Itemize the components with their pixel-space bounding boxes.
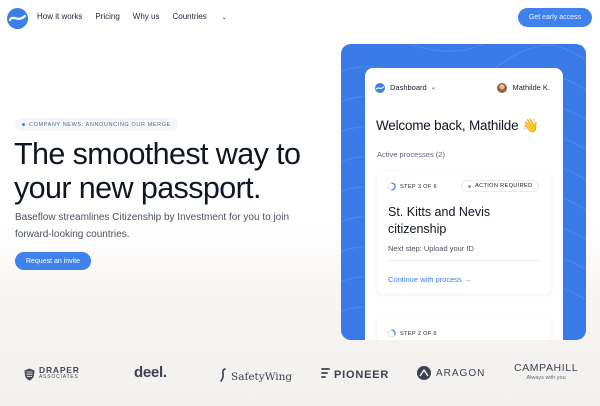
avatar (497, 82, 508, 93)
chevron-down-icon: ⌄ (430, 85, 436, 91)
process-title: St. Kitts and Nevis citizenship (388, 205, 491, 236)
request-invite-button[interactable]: Request an invite (15, 252, 91, 270)
step-indicator: STEP 3 OF 6 (387, 182, 437, 191)
company-news-badge[interactable]: COMPANY NEWS: ANNOUNCING OUR MERGE (15, 118, 178, 131)
pioneer-mark-icon (321, 368, 330, 382)
nav-link-why-us[interactable]: Why us (133, 12, 160, 21)
dashboard-menu[interactable]: Dashboard ⌄ (375, 80, 436, 95)
step-indicator: STEP 2 OF 6 (387, 329, 437, 338)
aragon-mark-icon (417, 366, 431, 380)
draper-logo-line-2: ASSOCIATES (39, 374, 79, 380)
dashboard-menu-label: Dashboard (390, 83, 427, 92)
welcome-heading: Welcome back, Mathilde 👋 (376, 118, 539, 133)
draper-associates-logo: DRAPER ASSOCIATES (24, 365, 80, 381)
aragon-logo-text: ARAGON (436, 367, 486, 379)
campahill-logo-text: CAMPAHILL (514, 362, 579, 374)
partner-logos: DRAPER ASSOCIATES deel. SafetyWing PIONE… (0, 356, 600, 396)
dashboard-preview-panel: Dashboard ⌄ Mathilde K. Welcome back, Ma… (341, 44, 586, 340)
process-card[interactable]: STEP 2 OF 6 (377, 316, 551, 340)
draper-logo-line-1: DRAPER (39, 365, 80, 375)
safetywing-logo: SafetyWing (218, 368, 292, 385)
user-name: Mathilde K. (512, 83, 550, 92)
nav-link-how-it-works[interactable]: How it works (37, 12, 82, 21)
shield-icon (24, 368, 35, 380)
dashboard-card: Dashboard ⌄ Mathilde K. Welcome back, Ma… (365, 68, 563, 340)
safetywing-logo-text: SafetyWing (231, 370, 293, 383)
step-label: STEP 3 OF 6 (400, 183, 438, 190)
top-nav: How it works Pricing Why us Countries ⌄ G… (0, 0, 600, 36)
step-label: STEP 2 OF 6 (400, 330, 438, 337)
campahill-tagline: Always with you (526, 375, 566, 381)
baseflow-logo-icon (375, 82, 385, 93)
divider (388, 260, 540, 261)
nav-link-countries-label: Countries (172, 12, 207, 21)
pioneer-logo-text: PIONEER (334, 369, 390, 381)
action-required-badge: ACTION REQUIRED (461, 180, 540, 192)
get-early-access-button[interactable]: Get early access (518, 8, 592, 27)
deel-logo: deel. (134, 364, 167, 381)
campahill-logo: CAMPAHILL Always with you (514, 362, 578, 381)
process-card[interactable]: STEP 3 OF 6 ACTION REQUIRED St. Kitts an… (377, 172, 551, 294)
user-menu[interactable]: Mathilde K. (497, 80, 550, 95)
aragon-logo: ARAGON (417, 366, 485, 380)
action-required-label: ACTION REQUIRED (475, 183, 533, 189)
chevron-down-icon: ⌄ (221, 15, 227, 21)
company-news-text: COMPANY NEWS: ANNOUNCING OUR MERGE (29, 121, 171, 128)
active-processes-label: Active processes (2) (377, 150, 445, 159)
baseflow-logo-icon[interactable] (7, 8, 28, 29)
badge-dot-icon (22, 123, 25, 126)
nav-links: How it works Pricing Why us Countries ⌄ (37, 12, 253, 21)
progress-ring-icon (387, 329, 396, 338)
status-dot-icon (468, 184, 471, 188)
hero-title: The smoothest way to your new passport. (14, 137, 314, 205)
hero-title-line-1: The smoothest way to (14, 137, 301, 171)
hero-subtitle: Baseflow streamlines Citizenship by Inve… (15, 212, 290, 240)
continue-process-link[interactable]: Continue with process → (388, 275, 471, 284)
pioneer-logo: PIONEER (321, 368, 389, 382)
progress-ring-icon (387, 182, 396, 191)
hero-title-line-2: your new passport. (14, 171, 261, 205)
safetywing-mark-icon (218, 368, 228, 385)
nav-link-pricing[interactable]: Pricing (95, 12, 119, 21)
process-next-step: Next step: Upload your ID (388, 244, 474, 253)
nav-link-countries[interactable]: Countries ⌄ (172, 12, 239, 21)
